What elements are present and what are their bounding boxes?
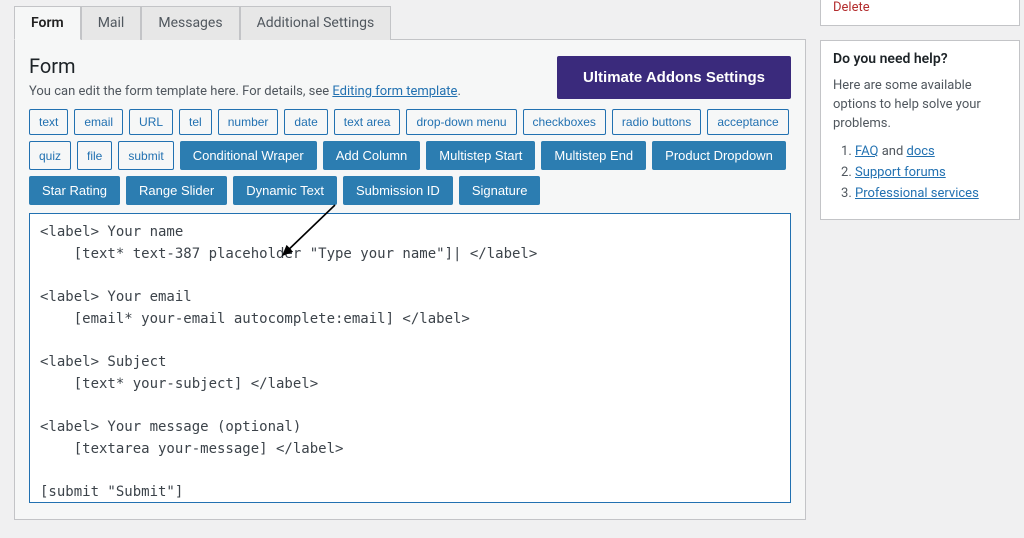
form-template-textarea[interactable] [29,213,791,503]
panel-title: Form [29,54,461,78]
help-link-professional-services[interactable]: Professional services [855,186,979,201]
tag-signature[interactable]: Signature [459,176,541,205]
delete-link[interactable]: Delete [821,0,1019,19]
tag-multistep-end[interactable]: Multistep End [541,141,646,170]
help-link-faq[interactable]: FAQ [855,144,878,159]
tag-tel[interactable]: tel [179,109,212,135]
panel-desc-text: You can edit the form template here. For… [29,84,332,99]
tag-submission-id[interactable]: Submission ID [343,176,453,205]
tab-mail[interactable]: Mail [81,6,142,40]
panel-description: You can edit the form template here. For… [29,84,461,99]
tag-checkboxes[interactable]: checkboxes [523,109,606,135]
tag-acceptance[interactable]: acceptance [707,109,788,135]
tag-text[interactable]: text [29,109,68,135]
panel-desc-post: . [457,84,460,99]
tab-messages[interactable]: Messages [141,6,239,40]
tag-quiz[interactable]: quiz [29,141,71,170]
tag-text-area[interactable]: text area [334,109,401,135]
tag-dynamic-text[interactable]: Dynamic Text [233,176,337,205]
tag-radio-buttons[interactable]: radio buttons [612,109,701,135]
tab-bar: Form Mail Messages Additional Settings [14,6,806,40]
tag-drop-down-menu[interactable]: drop-down menu [406,109,516,135]
tag-product-dropdown[interactable]: Product Dropdown [652,141,786,170]
help-box: Do you need help? Here are some availabl… [820,40,1020,220]
form-tag-toolbar: textemailURLtelnumberdate text areadrop-d… [29,109,791,205]
ultimate-addons-settings-button[interactable]: Ultimate Addons Settings [557,56,791,99]
tag-number[interactable]: number [218,109,279,135]
sidebar-top-box: Delete [820,0,1020,26]
help-item-2: Support forums [855,165,1007,180]
help-text: Here are some available options to help … [833,77,1007,134]
tag-add-column[interactable]: Add Column [323,141,421,170]
form-panel: Form You can edit the form template here… [14,40,806,520]
help-item-1: FAQ and docs [855,144,1007,159]
tag-email[interactable]: email [74,109,123,135]
help-link-docs[interactable]: docs [907,144,935,159]
tag-star-rating[interactable]: Star Rating [29,176,120,205]
tag-conditional-wraper[interactable]: Conditional Wraper [180,141,317,170]
help-link-support-forums[interactable]: Support forums [855,165,946,180]
tag-URL[interactable]: URL [129,109,173,135]
tag-file[interactable]: file [77,141,112,170]
tag-date[interactable]: date [284,109,327,135]
tag-range-slider[interactable]: Range Slider [126,176,227,205]
tag-submit[interactable]: submit [118,141,173,170]
tag-multistep-start[interactable]: Multistep Start [426,141,535,170]
tab-form[interactable]: Form [14,6,81,40]
help-list: FAQ and docs Support forums Professional s… [833,144,1007,201]
help-item-3: Professional services [855,186,1007,201]
editing-template-link[interactable]: Editing form template [332,84,457,99]
help-title: Do you need help? [833,51,1007,67]
tab-additional-settings[interactable]: Additional Settings [240,6,392,40]
